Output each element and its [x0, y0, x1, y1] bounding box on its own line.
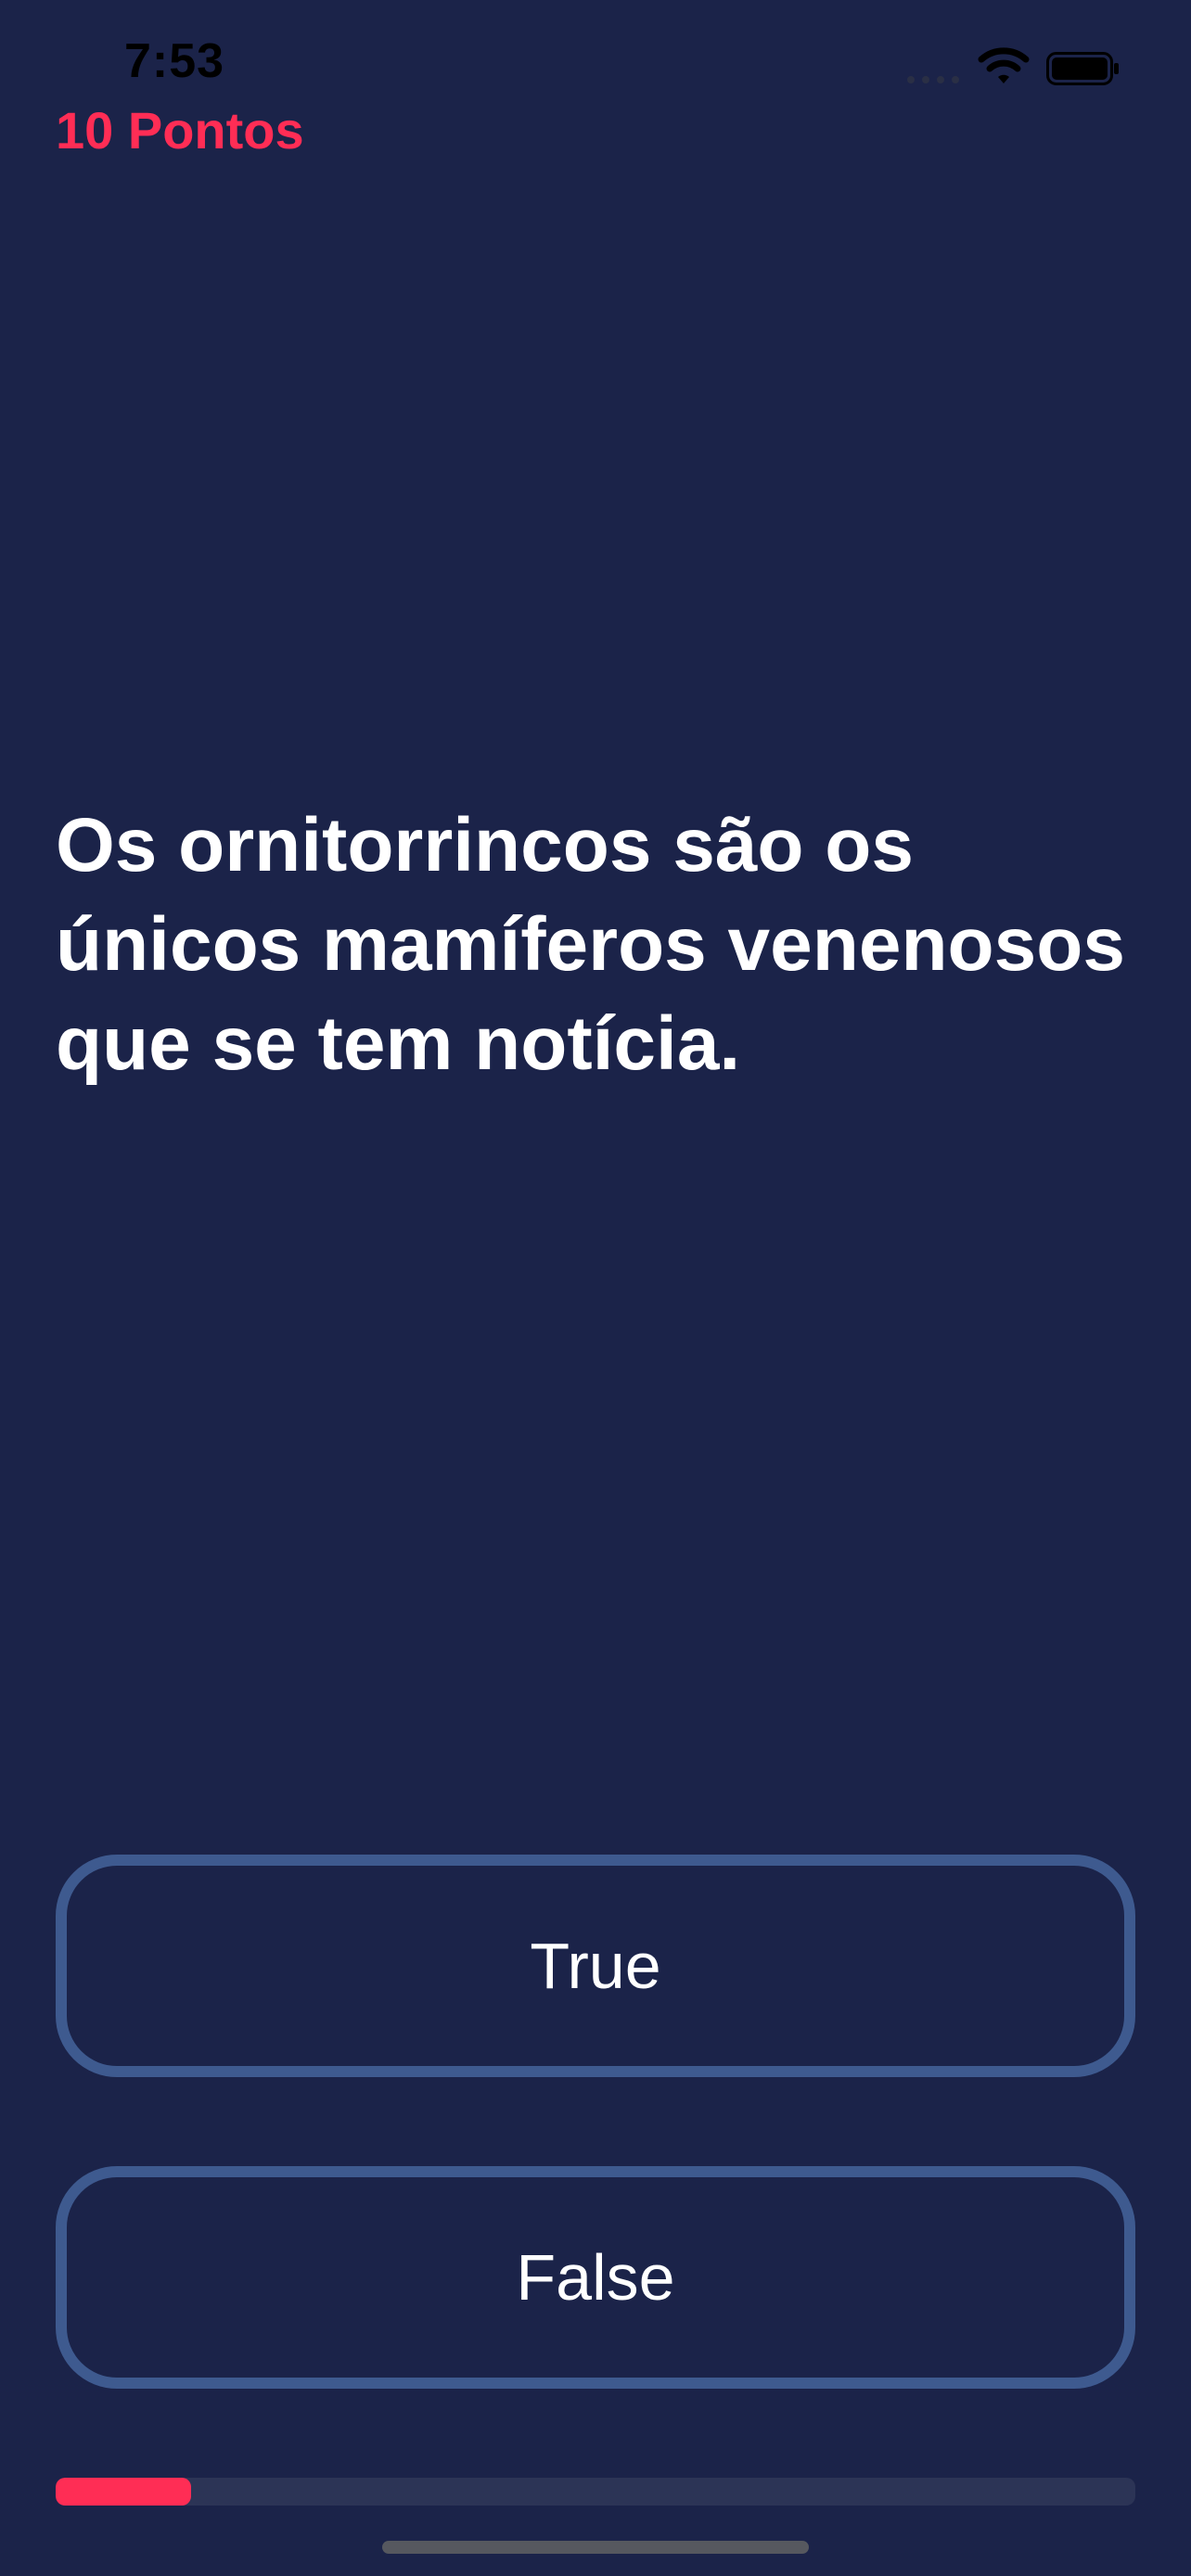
- quiz-progress-fill: [56, 2478, 191, 2506]
- quiz-progress-bar: [56, 2478, 1135, 2506]
- cellular-signal-icon: [907, 76, 959, 83]
- quiz-screen: 7:53 10 Pontos Os ornitorrincos são os ú…: [0, 0, 1191, 2576]
- battery-icon: [1046, 52, 1119, 85]
- wifi-icon: [978, 47, 1030, 83]
- false-button[interactable]: False: [56, 2166, 1135, 2389]
- true-button[interactable]: True: [56, 1855, 1135, 2077]
- question-text: Os ornitorrincos são os únicos mamíferos…: [56, 803, 1125, 1086]
- score-label: 10 Pontos: [56, 101, 304, 159]
- status-time: 7:53: [124, 34, 225, 88]
- home-indicator[interactable]: [382, 2541, 809, 2554]
